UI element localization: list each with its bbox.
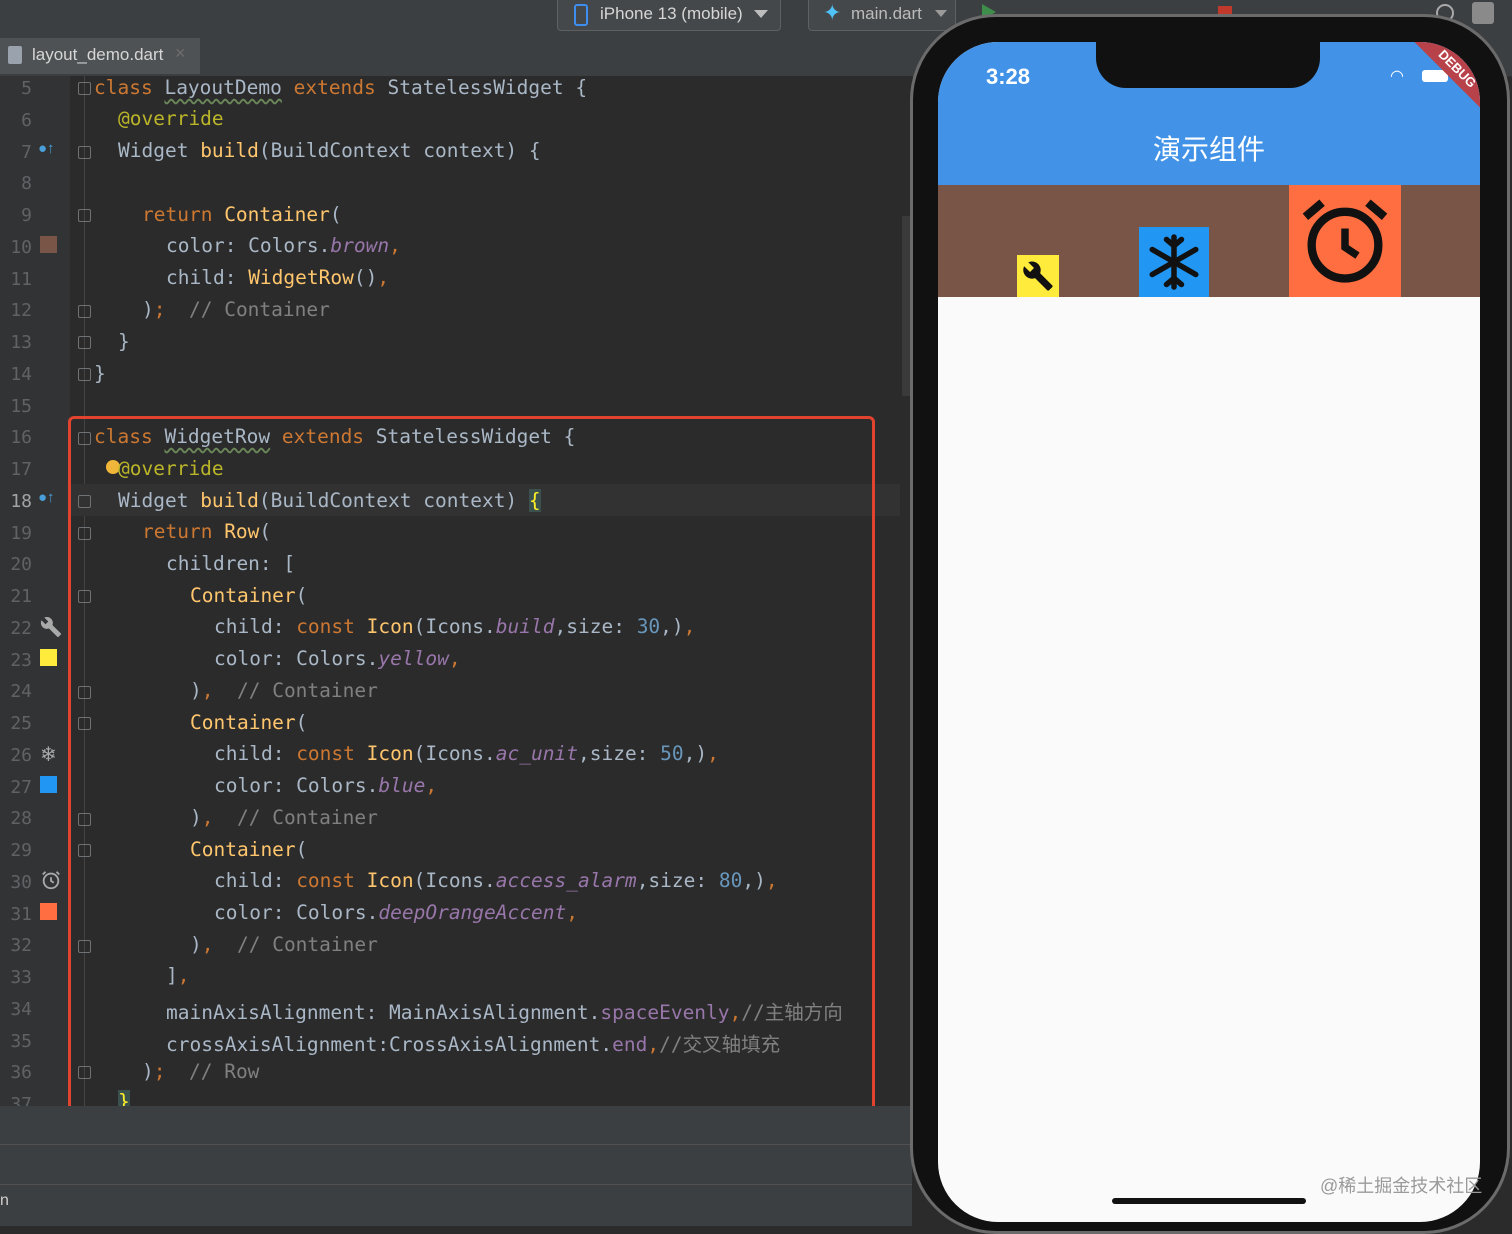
line-number: 29 [10, 840, 32, 861]
line-number: 17 [10, 459, 32, 480]
divider [0, 1184, 912, 1185]
line-number: 22 [10, 617, 32, 639]
fold-marker[interactable] [78, 368, 91, 381]
bottom-tool-window: n [0, 1106, 912, 1226]
divider [0, 1144, 912, 1145]
color-swatch-yellow[interactable] [40, 649, 57, 666]
line-number: 23 [10, 649, 32, 671]
home-indicator [1112, 1198, 1306, 1204]
code-line-6: @override [118, 107, 224, 130]
line-number: 21 [10, 586, 32, 607]
deep-orange-container [1289, 185, 1401, 297]
dart-file-icon [8, 46, 22, 64]
line-number: 25 [10, 713, 32, 734]
line-number: 28 [10, 808, 32, 830]
line-number: 16 [10, 427, 32, 449]
flutter-icon: ✦ [823, 0, 842, 25]
code-line-13: } [118, 330, 130, 353]
code-line-9: return Container( [142, 203, 342, 226]
line-number: 12 [10, 300, 32, 322]
phone-notch [1096, 42, 1320, 88]
wrench-icon [1022, 260, 1054, 297]
blue-container [1139, 227, 1209, 297]
run-config-selector[interactable]: ✦ main.dart [808, 0, 956, 31]
snowflake-icon[interactable]: ❄ [40, 742, 57, 767]
line-number: 15 [10, 395, 32, 417]
snowflake-icon [1144, 232, 1204, 297]
debug-banner-label: DEBUG [1435, 46, 1480, 91]
wrench-icon[interactable] [40, 616, 62, 638]
phone-screen[interactable]: 3:28 ◠ 演示组件 DEBUG [938, 42, 1480, 1222]
line-number: 35 [10, 1030, 32, 1052]
line-number: 33 [10, 967, 32, 988]
line-number: 10 [10, 236, 32, 258]
fold-marker[interactable] [78, 146, 91, 159]
line-number: 31 [10, 903, 32, 925]
line-number: 26 [10, 744, 32, 766]
code-line-12: ); // Container [142, 298, 330, 321]
line-number: 20 [10, 554, 32, 576]
alarm-clock-icon [1295, 191, 1395, 296]
line-number: 13 [10, 332, 32, 353]
code-line-5: class LayoutDemo extends StatelessWidget… [94, 76, 588, 99]
code-line-11: child: WidgetRow(), [166, 266, 390, 289]
wifi-icon: ◠ [1390, 68, 1404, 85]
editor-scrollbar[interactable] [902, 216, 910, 396]
tab-layout-demo[interactable]: layout_demo.dart × [0, 38, 200, 74]
app-title: 演示组件 [1152, 133, 1265, 166]
color-swatch-brown[interactable] [40, 236, 57, 253]
tab-label: layout_demo.dart [32, 45, 164, 64]
line-number: 6 [21, 109, 32, 131]
line-number: 27 [10, 776, 32, 798]
line-number: 32 [10, 935, 32, 957]
color-swatch-blue[interactable] [40, 776, 57, 793]
close-icon[interactable]: × [175, 43, 186, 64]
device-selector-label: iPhone 13 (mobile) [600, 4, 743, 23]
line-number: 19 [10, 522, 32, 544]
chevron-down-icon [935, 10, 947, 17]
account-icon[interactable] [1472, 2, 1494, 24]
status-bar-fragment: n [0, 1192, 9, 1209]
line-number: 8 [21, 173, 32, 195]
line-number: 5 [21, 78, 32, 99]
fold-marker[interactable] [78, 82, 91, 95]
alarm-clock-icon[interactable] [40, 869, 60, 890]
line-number: 9 [21, 205, 32, 226]
line-number: 11 [10, 268, 32, 290]
fold-marker[interactable] [78, 209, 91, 222]
line-number: 18 [10, 490, 32, 512]
chevron-down-icon [754, 10, 768, 18]
line-number: 36 [10, 1062, 32, 1084]
line-number: 30 [10, 871, 32, 893]
run-config-label: main.dart [851, 4, 922, 23]
yellow-container [1017, 255, 1059, 297]
line-number: 37 [10, 1094, 32, 1106]
fold-marker[interactable] [78, 336, 91, 349]
widget-row [938, 185, 1480, 297]
line-number: 24 [10, 681, 32, 703]
line-number: 14 [10, 363, 32, 385]
code-line-14: } [94, 362, 106, 385]
override-method-icon[interactable]: ●↑ [38, 140, 55, 157]
device-selector[interactable]: iPhone 13 (mobile) [557, 0, 781, 31]
code-line-10: color: Colors.brown, [166, 234, 401, 257]
status-time: 3:28 [986, 64, 1031, 89]
code-line-7: Widget build(BuildContext context) { [118, 139, 541, 162]
line-number: 7 [21, 141, 32, 163]
phone-icon [574, 4, 588, 26]
line-number: 34 [10, 998, 32, 1020]
watermark: @稀土掘金技术社区 [1320, 1176, 1483, 1196]
override-method-icon[interactable]: ●↑ [38, 489, 55, 506]
highlight-box [68, 416, 875, 1111]
color-swatch-deep-orange[interactable] [40, 903, 57, 920]
fold-marker[interactable] [78, 305, 91, 318]
